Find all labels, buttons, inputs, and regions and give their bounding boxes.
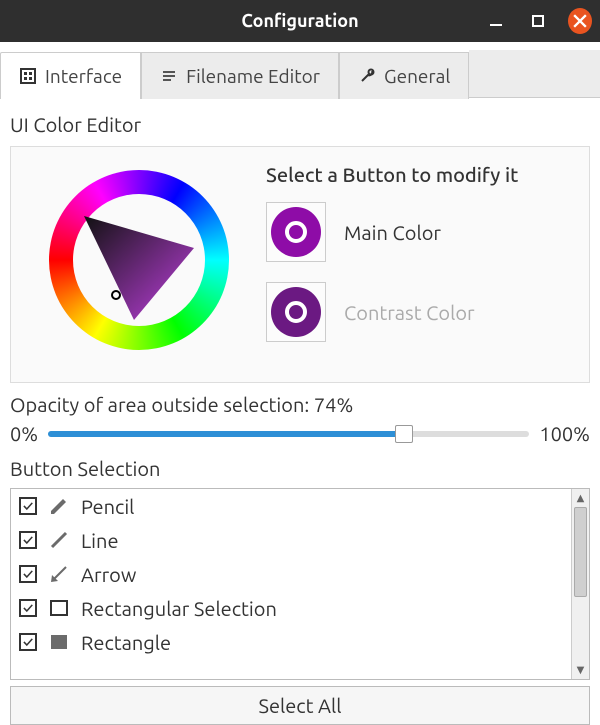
opacity-max-label: 100% xyxy=(539,422,590,445)
color-editor-heading: UI Color Editor xyxy=(0,99,600,142)
pencil-icon xyxy=(47,494,71,518)
main-color-swatch[interactable] xyxy=(266,202,326,262)
sv-triangle-icon xyxy=(76,198,202,324)
arrow-icon xyxy=(47,562,71,586)
list-item[interactable]: ✓ Rectangular Selection xyxy=(11,591,571,625)
select-all-button[interactable]: Select All xyxy=(10,686,590,725)
list-item-label: Arrow xyxy=(81,563,136,586)
checkbox[interactable]: ✓ xyxy=(19,497,37,515)
scroll-down-icon[interactable]: ▼ xyxy=(572,661,589,679)
slider-thumb-icon[interactable] xyxy=(395,425,413,443)
list-icon xyxy=(160,67,178,85)
rect-outline-icon xyxy=(47,596,71,620)
contrast-color-label: Contrast Color xyxy=(344,301,475,324)
tab-interface[interactable]: Interface xyxy=(0,52,141,99)
tab-general-label: General xyxy=(384,65,450,87)
list-item-label: Line xyxy=(81,529,119,552)
list-item[interactable]: ✓ Rectangle xyxy=(11,625,571,659)
tab-filename-editor-label: Filename Editor xyxy=(186,65,320,87)
scroll-thumb[interactable] xyxy=(574,507,587,597)
opacity-label: Opacity of area outside selection: 74% xyxy=(0,387,600,418)
title-bar: Configuration xyxy=(0,0,600,42)
color-editor-hint: Select a Button to modify it xyxy=(266,163,579,186)
list-item-label: Rectangular Selection xyxy=(81,597,277,620)
scroll-up-icon[interactable]: ▲ xyxy=(572,489,589,507)
button-selection-list: ✓ Pencil ✓ Line ✓ Arrow ✓ Rectangula xyxy=(10,488,590,680)
button-selection-heading: Button Selection xyxy=(0,455,600,486)
list-item[interactable]: ✓ Arrow xyxy=(11,557,571,591)
list-item-label: Rectangle xyxy=(81,631,171,654)
main-color-label: Main Color xyxy=(344,221,441,244)
close-icon xyxy=(568,8,592,34)
close-button[interactable] xyxy=(568,9,592,33)
color-editor-panel: Select a Button to modify it Main Color … xyxy=(10,146,590,383)
tab-filename-editor[interactable]: Filename Editor xyxy=(141,52,339,99)
tab-bar-filler xyxy=(469,50,600,98)
list-scrollbar[interactable]: ▲ ▼ xyxy=(571,489,589,679)
window-buttons xyxy=(484,9,592,33)
tab-bar: Interface Filename Editor General xyxy=(0,42,600,99)
rect-fill-icon xyxy=(47,630,71,654)
list-item[interactable]: ✓ Pencil xyxy=(11,489,571,523)
tab-interface-label: Interface xyxy=(45,65,122,87)
opacity-slider[interactable] xyxy=(48,423,529,445)
tab-general[interactable]: General xyxy=(339,52,469,99)
minimize-button[interactable] xyxy=(484,9,508,33)
contrast-color-swatch[interactable] xyxy=(266,282,326,342)
wrench-icon xyxy=(358,67,376,85)
checkbox[interactable]: ✓ xyxy=(19,565,37,583)
checkbox[interactable]: ✓ xyxy=(19,531,37,549)
sv-cursor-icon[interactable] xyxy=(111,290,121,300)
list-item-label: Pencil xyxy=(81,495,134,518)
select-all-label: Select All xyxy=(258,694,341,717)
opacity-min-label: 0% xyxy=(10,422,38,445)
maximize-button[interactable] xyxy=(526,9,550,33)
grid-icon xyxy=(19,67,37,85)
list-item[interactable]: ✓ Line xyxy=(11,523,571,557)
color-wheel[interactable] xyxy=(49,170,229,350)
line-icon xyxy=(47,528,71,552)
checkbox[interactable]: ✓ xyxy=(19,633,37,651)
checkbox[interactable]: ✓ xyxy=(19,599,37,617)
